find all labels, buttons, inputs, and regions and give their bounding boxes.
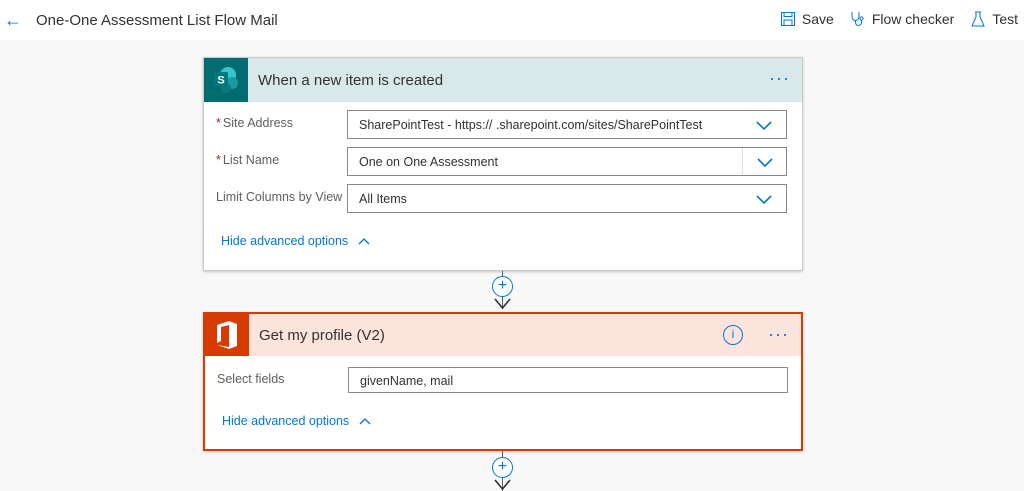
site-address-dropdown[interactable]: SharePointTest - https:// .sharepoint.co… [347, 110, 787, 139]
action-title: Get my profile (V2) [259, 326, 385, 344]
trigger-card: S When a new item is created ··· * Site A… [203, 57, 803, 271]
save-icon [780, 12, 795, 26]
trigger-card-header[interactable]: S When a new item is created ··· [204, 58, 802, 102]
test-button[interactable]: Test [970, 11, 1018, 27]
list-name-dropdown[interactable]: One on One Assessment [347, 147, 787, 176]
more-options-icon[interactable]: ··· [769, 68, 790, 89]
info-icon[interactable]: i [723, 325, 743, 345]
limit-columns-dropdown[interactable]: All Items [347, 184, 787, 213]
add-step-plus-icon[interactable]: + [492, 276, 513, 297]
chevron-down-icon [742, 185, 786, 212]
test-label: Test [992, 11, 1018, 27]
office-icon [205, 314, 249, 356]
action-card-header[interactable]: Get my profile (V2) i ··· [205, 314, 801, 356]
site-address-label: * Site Address [216, 116, 294, 130]
flow-checker-label: Flow checker [871, 11, 955, 27]
hide-advanced-options-link[interactable]: Hide advanced options [222, 414, 371, 428]
select-fields-label: Select fields [217, 372, 285, 386]
flow-title: One-One Assessment List Flow Mail [36, 12, 278, 29]
sharepoint-icon: S [204, 58, 248, 102]
hide-advanced-options-link[interactable]: Hide advanced options [221, 234, 370, 248]
list-name-label: * List Name [216, 153, 280, 167]
chevron-up-icon [358, 238, 370, 245]
save-button[interactable]: Save [780, 11, 834, 27]
more-options-icon[interactable]: ··· [768, 324, 789, 345]
back-arrow-icon[interactable]: ← [4, 10, 22, 31]
flow-checker-button[interactable]: Flow checker [850, 11, 954, 27]
top-bar: ← One-One Assessment List Flow Mail Save… [0, 0, 1024, 40]
limit-columns-label: Limit Columns by View [216, 190, 343, 204]
chevron-down-icon [742, 111, 786, 138]
arrow-down-icon [494, 479, 511, 491]
add-step-plus-icon[interactable]: + [492, 457, 513, 478]
svg-text:S: S [217, 75, 224, 87]
beaker-icon [971, 11, 986, 27]
chevron-down-icon [742, 148, 786, 175]
action-card: Get my profile (V2) i ··· Select fields … [203, 312, 803, 451]
stethoscope-icon [851, 12, 864, 26]
chevron-up-icon [359, 418, 371, 425]
trigger-title: When a new item is created [258, 71, 444, 89]
select-fields-input[interactable]: givenName, mail [348, 367, 788, 393]
save-label: Save [801, 11, 834, 27]
arrow-down-icon [494, 298, 511, 310]
